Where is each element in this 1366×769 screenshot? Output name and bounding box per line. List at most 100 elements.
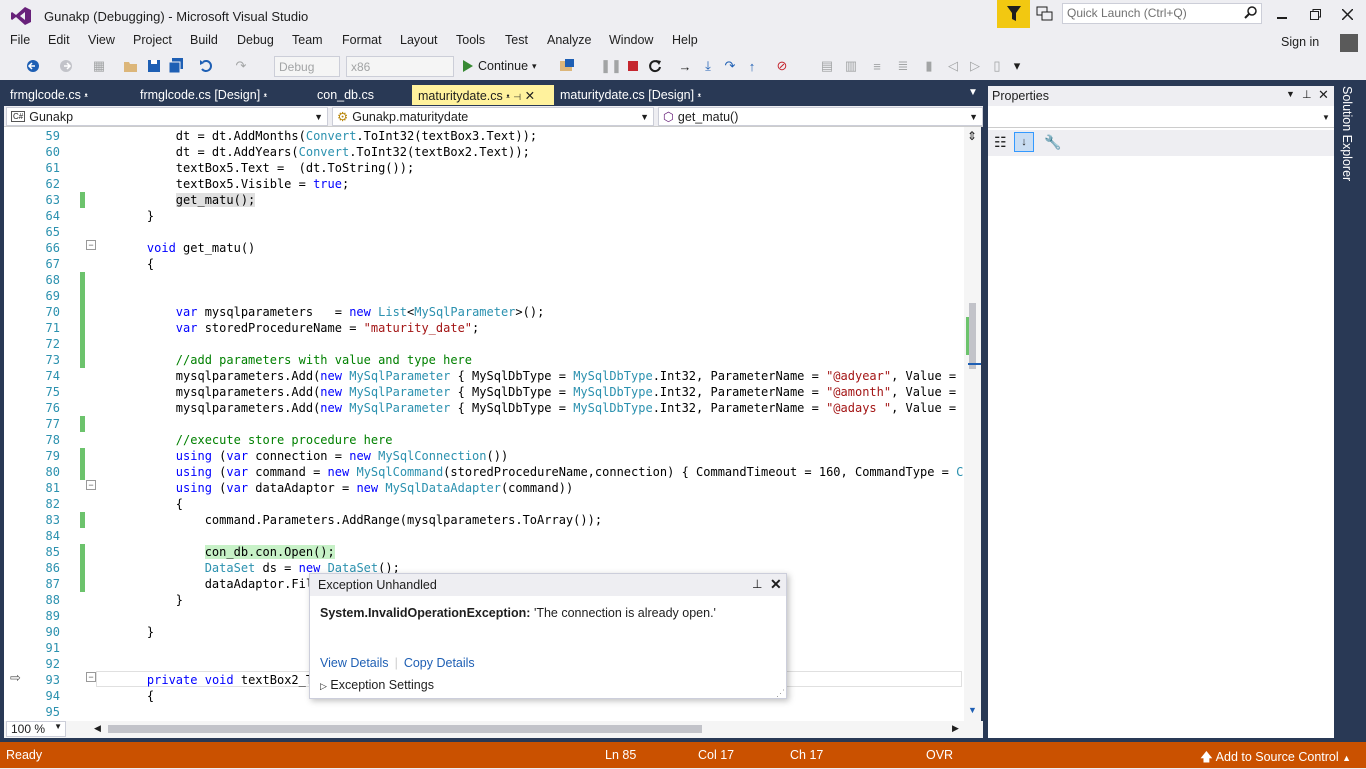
pin-icon[interactable]: ᵜ	[264, 91, 268, 101]
code-line[interactable]: 81 using (var dataAdaptor = new MySqlDat…	[4, 480, 964, 496]
tab-overflow-dropdown-icon[interactable]: ▼	[968, 87, 978, 98]
code-line[interactable]: 62 textBox5.Visible = true;	[4, 176, 964, 192]
minimize-button[interactable]	[1272, 5, 1292, 23]
restore-button[interactable]	[1305, 5, 1325, 23]
scroll-left-icon[interactable]: ◀	[94, 723, 101, 734]
property-pages-icon[interactable]: 🔧	[1044, 134, 1061, 151]
tab-frmglcode-design[interactable]: frmglcode.cs [Design] ᵜ	[134, 85, 273, 105]
bookmark-icon[interactable]: ▮	[920, 57, 938, 75]
open-file-icon[interactable]	[122, 57, 140, 75]
sign-in-link[interactable]: Sign in	[1281, 35, 1319, 49]
status-overwrite-mode[interactable]: OVR	[926, 748, 953, 762]
alphabetical-icon[interactable]: ↓	[1014, 132, 1034, 152]
next-bookmark-icon[interactable]: ▷	[966, 57, 984, 75]
account-icon[interactable]	[1340, 34, 1358, 52]
menu-view[interactable]: View	[88, 33, 115, 47]
source-control-button[interactable]: 🡅 Add to Source Control ▲	[1200, 748, 1351, 769]
vertical-scrollbar[interactable]: ⇕ ▼	[964, 127, 981, 721]
code-line[interactable]: 77	[4, 416, 964, 432]
new-project-icon[interactable]: ▦	[90, 57, 108, 75]
code-line[interactable]: 78 //execute store procedure here	[4, 432, 964, 448]
menu-build[interactable]: Build	[190, 33, 218, 47]
break-all-icon[interactable]: ❚❚	[600, 57, 622, 75]
code-line[interactable]: 68	[4, 272, 964, 288]
pin-icon[interactable]: ⊥	[752, 577, 762, 591]
clear-bookmarks-icon[interactable]: ▯	[988, 57, 1006, 75]
collapse-icon[interactable]: −	[86, 240, 96, 250]
code-line[interactable]: 73 //add parameters with value and type …	[4, 352, 964, 368]
solution-platform-select[interactable]: x86	[346, 56, 454, 77]
code-line[interactable]: 69	[4, 288, 964, 304]
split-window-icon[interactable]: ⇕	[967, 129, 977, 143]
pin-icon[interactable]: ᵜ	[84, 91, 88, 101]
collapse-icon[interactable]: −	[86, 480, 96, 490]
code-line[interactable]: 79 using (var connection = new MySqlConn…	[4, 448, 964, 464]
code-line[interactable]: 72	[4, 336, 964, 352]
step-over-icon[interactable]: ↷	[721, 57, 739, 75]
menu-analyze[interactable]: Analyze	[547, 33, 591, 47]
pin-icon[interactable]: ᵜ	[506, 92, 510, 102]
zoom-select[interactable]: 100 % ▼	[6, 721, 66, 737]
code-line[interactable]: 63 get_matu();	[4, 192, 964, 208]
horizontal-scroll-thumb[interactable]	[108, 725, 702, 733]
menu-tools[interactable]: Tools	[456, 33, 485, 47]
member-dropdown[interactable]: ⬡ get_matu() ▼	[658, 107, 983, 126]
save-all-icon[interactable]	[167, 57, 185, 75]
code-line[interactable]: 83 command.Parameters.AddRange(mysqlpara…	[4, 512, 964, 528]
code-line[interactable]: 85 con_db.con.Open();	[4, 544, 964, 560]
solution-configuration-select[interactable]: Debug	[274, 56, 340, 77]
notifications-filter-icon[interactable]	[997, 0, 1030, 28]
code-line[interactable]: 74 mysqlparameters.Add(new MySqlParamete…	[4, 368, 964, 384]
tab-frmglcode-cs[interactable]: frmglcode.cs ᵜ	[4, 85, 94, 105]
code-line[interactable]: 84	[4, 528, 964, 544]
view-details-link[interactable]: View Details	[320, 656, 389, 670]
restart-icon[interactable]	[646, 57, 664, 75]
panel-options-icon[interactable]: ▼	[1286, 89, 1295, 99]
breakpoints-icon[interactable]: ⊘	[773, 57, 791, 75]
show-next-statement-icon[interactable]: →	[676, 57, 694, 75]
code-line[interactable]: 60 dt = dt.AddYears(Convert.ToInt32(text…	[4, 144, 964, 160]
menu-team[interactable]: Team	[292, 33, 323, 47]
properties-grid[interactable]	[988, 156, 1334, 738]
keep-open-icon[interactable]: ⊣	[513, 92, 521, 102]
class-dropdown[interactable]: ⚙ Gunakp.maturitydate ▼	[332, 107, 654, 126]
step-out-icon[interactable]: ↑	[743, 57, 761, 75]
menu-help[interactable]: Help	[672, 33, 698, 47]
menu-layout[interactable]: Layout	[400, 33, 438, 47]
collapse-icon[interactable]: −	[86, 672, 96, 682]
menu-window[interactable]: Window	[609, 33, 653, 47]
close-icon[interactable]: ✕	[1318, 87, 1329, 103]
pin-icon[interactable]: ⊥	[1302, 88, 1312, 101]
process-icon[interactable]	[558, 57, 576, 75]
exception-settings-expander[interactable]: ▷ Exception Settings	[320, 678, 434, 692]
menu-format[interactable]: Format	[342, 33, 382, 47]
copy-details-link[interactable]: Copy Details	[404, 656, 475, 670]
step-into-icon[interactable]: ⤓	[699, 57, 717, 75]
solution-explorer-tab[interactable]: Solution Explorer	[1338, 86, 1364, 286]
tab-maturitydate-cs[interactable]: maturitydate.cs ᵜ ⊣ ✕	[412, 85, 554, 105]
code-line[interactable]: 59 dt = dt.AddMonths(Convert.ToInt32(tex…	[4, 128, 964, 144]
navigate-forward-icon[interactable]	[57, 57, 75, 75]
close-tab-icon[interactable]: ✕	[525, 89, 535, 103]
menu-debug[interactable]: Debug	[237, 33, 274, 47]
properties-object-select[interactable]: ▼	[988, 108, 1334, 128]
tab-con-db-cs[interactable]: con_db.cs	[311, 85, 380, 105]
search-icon[interactable]	[1244, 6, 1258, 23]
scroll-thumb[interactable]	[969, 303, 976, 369]
menu-file[interactable]: File	[10, 33, 30, 47]
undo-icon[interactable]	[197, 57, 215, 75]
toolbar-options-icon[interactable]: ▾	[1008, 57, 1026, 75]
scroll-right-icon[interactable]: ▶	[952, 723, 959, 734]
stop-debugging-icon[interactable]	[624, 57, 642, 75]
categorized-icon[interactable]: ☷	[994, 134, 1007, 151]
code-line[interactable]: 76 mysqlparameters.Add(new MySqlParamete…	[4, 400, 964, 416]
code-line[interactable]: 71 var storedProcedureName = "maturity_d…	[4, 320, 964, 336]
uncomment-icon[interactable]: ≣	[894, 57, 912, 75]
scroll-down-icon[interactable]: ▼	[968, 705, 977, 715]
navigate-back-icon[interactable]	[24, 57, 42, 75]
menu-edit[interactable]: Edit	[48, 33, 70, 47]
continue-button[interactable]: Continue ▾	[462, 56, 537, 76]
resize-grip-icon[interactable]: ⋰	[776, 688, 785, 699]
code-line[interactable]: 66 void get_matu()	[4, 240, 964, 256]
code-line[interactable]: 67 {	[4, 256, 964, 272]
